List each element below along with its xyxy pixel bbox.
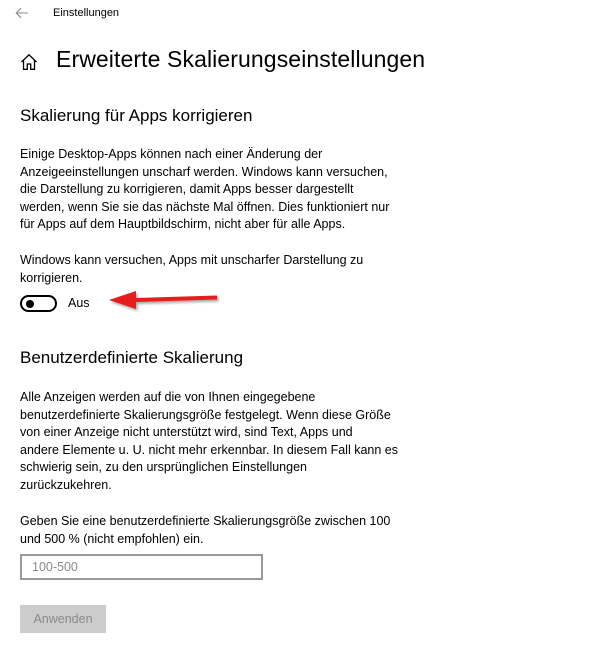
input-label-line: und 500 % (nicht empfohlen) ein. (20, 531, 204, 546)
fix-apps-toggle[interactable] (20, 294, 57, 312)
arrow-shape (109, 291, 217, 309)
apply-button[interactable]: Anwenden (20, 605, 106, 633)
custom-scaling-heading: Benutzerdefinierte Skalierung (20, 348, 244, 367)
custom-scaling-description: Alle Anzeigen werden auf die von Ihnen e… (20, 389, 420, 494)
description-line: zurückzukehren. (20, 477, 112, 492)
scale-input-label: Geben Sie eine benutzerdefinierte Skalie… (20, 513, 420, 548)
title-bar: Einstellungen (0, 0, 605, 28)
fix-apps-toggle-row: Aus (20, 292, 90, 314)
window-title: Einstellungen (53, 7, 120, 19)
input-label-line: Geben Sie eine benutzerdefinierte Skalie… (20, 514, 391, 528)
toggle-state-label: Aus (68, 296, 90, 310)
description-line: werden, wenn Sie sie das nächste Mal öff… (20, 199, 390, 214)
description-line: benutzerdefinierte Skalierungsgröße fest… (20, 407, 391, 422)
custom-scale-input[interactable] (20, 554, 263, 580)
fix-apps-heading: Skalierung für Apps korrigieren (20, 106, 253, 125)
settings-page: Einstellungen Erweiterte Skalierungseins… (0, 0, 605, 658)
description-line: andere Elemente u. U. nicht mehr erkennb… (20, 442, 398, 457)
toggle-knob (26, 299, 34, 308)
description-line: von einer Anzeige nicht unterstützt wird… (20, 425, 353, 439)
home-icon (21, 53, 37, 70)
description-line: schwierig sein, zu den ursprünglichen Ei… (20, 460, 307, 474)
red-arrow-annotation-icon (109, 291, 217, 309)
description-line: Alle Anzeigen werden auf die von Ihnen e… (20, 390, 316, 404)
home-button[interactable] (18, 51, 40, 73)
description-line: für Apps auf dem Hauptbildschirm, nicht … (20, 217, 346, 231)
arrow-left-icon (15, 7, 28, 19)
fix-apps-description: Einige Desktop-Apps können nach einer Än… (20, 146, 420, 234)
description-line: Einige Desktop-Apps können nach einer Än… (20, 147, 323, 161)
description-line: Anzeigeeinstellungen unscharf werden. Wi… (20, 164, 388, 179)
page-title: Erweiterte Skalierungseinstellungen (56, 46, 426, 72)
toggle-description: Windows kann versuchen, Apps mit unschar… (20, 252, 420, 287)
back-button[interactable] (8, 2, 36, 24)
toggle-description-line: Windows kann versuchen, Apps mit unschar… (20, 253, 364, 267)
toggle-description-line: korrigieren. (20, 270, 83, 285)
description-line: die Darstellung zu korrigieren, damit Ap… (20, 182, 354, 196)
